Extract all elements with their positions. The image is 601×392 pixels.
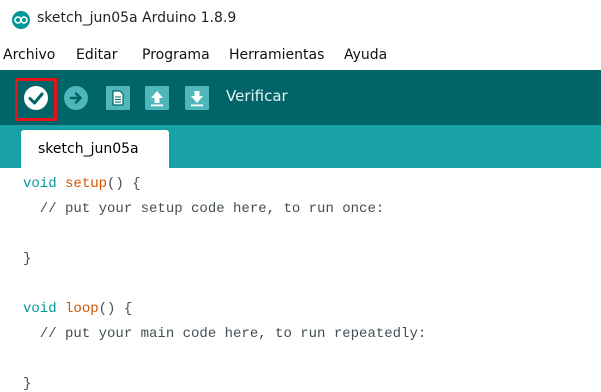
- tab-label: sketch_jun05a: [38, 141, 139, 157]
- tab-sketch[interactable]: sketch_jun05a: [21, 130, 169, 168]
- code-line: }: [23, 376, 32, 392]
- menu-editar[interactable]: Editar: [76, 44, 117, 66]
- code-text: () {: [98, 301, 133, 317]
- code-line: // put your setup code here, to run once…: [23, 201, 385, 217]
- arrow-right-icon: [69, 92, 82, 104]
- arduino-ide-window: sketch_jun05a Arduino 1.8.9 Archivo Edit…: [0, 0, 601, 392]
- menu-programa[interactable]: Programa: [142, 44, 210, 66]
- open-button[interactable]: [145, 86, 169, 110]
- code-line: }: [23, 251, 32, 267]
- save-button[interactable]: [185, 86, 209, 110]
- keyword: void: [23, 301, 57, 317]
- arrow-up-icon: [151, 91, 163, 107]
- keyword: void: [23, 176, 57, 192]
- code-line: void loop() {: [23, 299, 132, 319]
- verify-button-highlight: [15, 78, 57, 121]
- function-name: loop: [65, 301, 99, 317]
- menu-ayuda[interactable]: Ayuda: [344, 44, 387, 66]
- menu-herramientas[interactable]: Herramientas: [229, 44, 324, 66]
- tab-strip: sketch_jun05a: [0, 125, 601, 168]
- menu-archivo[interactable]: Archivo: [3, 44, 55, 66]
- code-editor[interactable]: void setup() { // put your setup code he…: [0, 168, 601, 392]
- menu-bar: Archivo Editar Programa Herramientas Ayu…: [0, 44, 601, 66]
- document-icon: [112, 90, 124, 106]
- new-sketch-button[interactable]: [106, 86, 130, 110]
- upload-button[interactable]: [64, 86, 88, 110]
- toolbar-status-label: Verificar: [226, 87, 288, 105]
- title-bar: sketch_jun05a Arduino 1.8.9: [0, 0, 601, 40]
- toolbar: [0, 70, 601, 125]
- function-name: setup: [65, 176, 108, 192]
- code-text: () {: [107, 176, 141, 192]
- code-line: // put your main code here, to run repea…: [23, 326, 427, 342]
- arduino-logo-icon: [12, 11, 30, 29]
- code-line: void setup() {: [23, 174, 141, 194]
- arrow-down-icon: [191, 91, 203, 107]
- window-title: sketch_jun05a Arduino 1.8.9: [37, 10, 237, 26]
